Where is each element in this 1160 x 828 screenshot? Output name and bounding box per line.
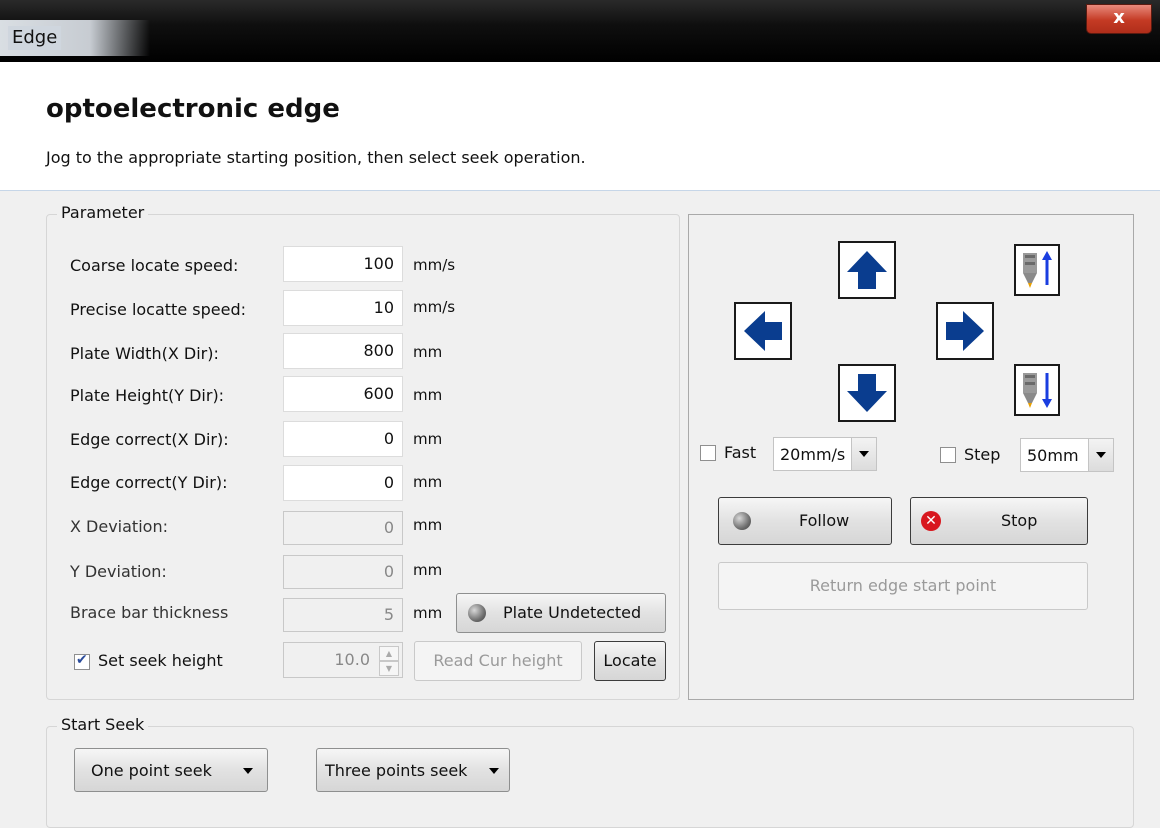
x-deviation-unit: mm xyxy=(413,516,443,534)
arrow-up-icon xyxy=(847,251,887,289)
follow-label: Follow xyxy=(799,511,850,530)
step-value-select[interactable]: 50mm xyxy=(1020,438,1114,472)
arrow-left-icon xyxy=(744,311,782,351)
chevron-down-icon xyxy=(851,438,876,470)
precise-speed-input[interactable]: 10 xyxy=(283,290,403,326)
param-label-edge-correct-y: Edge correct(Y Dir): xyxy=(70,473,228,492)
stop-icon: ✕ xyxy=(921,511,941,531)
chevron-down-icon xyxy=(1088,439,1113,471)
header-panel: optoelectronic edge Jog to the appropria… xyxy=(0,62,1160,191)
plate-height-unit: mm xyxy=(413,386,443,404)
status-led-icon xyxy=(468,604,486,622)
param-label-edge-correct-x: Edge correct(X Dir): xyxy=(70,430,229,449)
fast-checkbox[interactable] xyxy=(700,445,716,461)
y-deviation-unit: mm xyxy=(413,561,443,579)
spin-up-icon[interactable]: ▲ xyxy=(379,646,399,661)
jog-up-button[interactable] xyxy=(838,241,896,299)
step-label[interactable]: Step xyxy=(964,445,1000,465)
chevron-down-icon xyxy=(489,768,499,774)
param-label-coarse-speed: Coarse locate speed: xyxy=(70,256,239,275)
start-seek-legend: Start Seek xyxy=(57,715,149,734)
close-icon[interactable]: x xyxy=(1113,7,1125,28)
plate-status-button[interactable]: Plate Undetected xyxy=(456,593,666,633)
plate-status-label: Plate Undetected xyxy=(503,603,642,622)
param-label-precise-speed: Precise locatte speed: xyxy=(70,300,246,319)
page-title: optoelectronic edge xyxy=(46,94,340,124)
title-bar: Edge x xyxy=(0,0,1160,62)
coarse-speed-unit: mm/s xyxy=(413,256,456,274)
close-button[interactable]: x xyxy=(1086,4,1152,34)
jog-down-button[interactable] xyxy=(838,364,896,422)
seek-height-label[interactable]: Set seek height xyxy=(98,651,223,671)
x-deviation-field: 0 xyxy=(283,511,403,545)
spin-down-icon[interactable]: ▼ xyxy=(379,661,399,676)
plate-height-input[interactable]: 600 xyxy=(283,376,403,412)
precise-speed-unit: mm/s xyxy=(413,298,456,316)
page-subtitle: Jog to the appropriate starting position… xyxy=(46,148,586,167)
plate-width-input[interactable]: 800 xyxy=(283,333,403,369)
locate-button[interactable]: Locate xyxy=(594,641,666,681)
coarse-speed-input[interactable]: 100 xyxy=(283,246,403,282)
param-label-brace-bar: Brace bar thickness xyxy=(70,603,229,622)
three-points-seek-button[interactable]: Three points seek xyxy=(316,748,510,792)
brace-bar-unit: mm xyxy=(413,604,443,622)
cutting-head-up-icon xyxy=(1023,251,1052,288)
arrow-down-icon xyxy=(847,374,887,412)
step-checkbox[interactable] xyxy=(940,447,956,463)
read-cur-height-label: Read Cur height xyxy=(433,651,563,670)
window-title: Edge xyxy=(8,26,62,50)
param-label-plate-height: Plate Height(Y Dir): xyxy=(70,386,225,405)
stop-label: Stop xyxy=(1001,511,1038,530)
param-label-plate-width: Plate Width(X Dir): xyxy=(70,344,219,363)
parameter-legend: Parameter xyxy=(57,203,149,222)
param-label-x-deviation: X Deviation: xyxy=(70,517,168,536)
jog-right-button[interactable] xyxy=(936,302,994,360)
one-point-seek-button[interactable]: One point seek xyxy=(74,748,268,792)
jog-left-button[interactable] xyxy=(734,302,792,360)
param-label-y-deviation: Y Deviation: xyxy=(70,562,167,581)
one-point-seek-label: One point seek xyxy=(91,761,212,780)
edge-correct-x-input[interactable]: 0 xyxy=(283,421,403,457)
z-down-button[interactable] xyxy=(1014,364,1060,416)
fast-speed-value: 20mm/s xyxy=(780,445,846,464)
fast-label[interactable]: Fast xyxy=(724,443,756,463)
read-cur-height-button[interactable]: Read Cur height xyxy=(414,641,582,681)
locate-label: Locate xyxy=(603,651,657,670)
chevron-down-icon xyxy=(243,768,253,774)
edge-correct-y-input[interactable]: 0 xyxy=(283,465,403,501)
return-edge-start-label: Return edge start point xyxy=(809,576,997,595)
plate-width-unit: mm xyxy=(413,343,443,361)
arrow-right-icon xyxy=(946,311,984,351)
edge-correct-x-unit: mm xyxy=(413,430,443,448)
return-edge-start-button[interactable]: Return edge start point xyxy=(718,562,1088,610)
seek-height-value: 10.0 xyxy=(334,650,370,669)
three-points-seek-label: Three points seek xyxy=(325,761,468,780)
z-up-button[interactable] xyxy=(1014,244,1060,296)
seek-height-spinbox[interactable]: 10.0 ▲ ▼ xyxy=(283,642,403,678)
fast-speed-select[interactable]: 20mm/s xyxy=(773,437,877,471)
edge-correct-y-unit: mm xyxy=(413,473,443,491)
stop-button[interactable]: ✕ Stop xyxy=(910,497,1088,545)
y-deviation-field: 0 xyxy=(283,555,403,589)
follow-button[interactable]: Follow xyxy=(718,497,892,545)
follow-led-icon xyxy=(733,512,751,530)
step-value: 50mm xyxy=(1027,446,1079,465)
seek-height-checkbox[interactable] xyxy=(74,652,90,670)
cutting-head-down-icon xyxy=(1023,373,1052,408)
brace-bar-thickness-field: 5 xyxy=(283,598,403,632)
